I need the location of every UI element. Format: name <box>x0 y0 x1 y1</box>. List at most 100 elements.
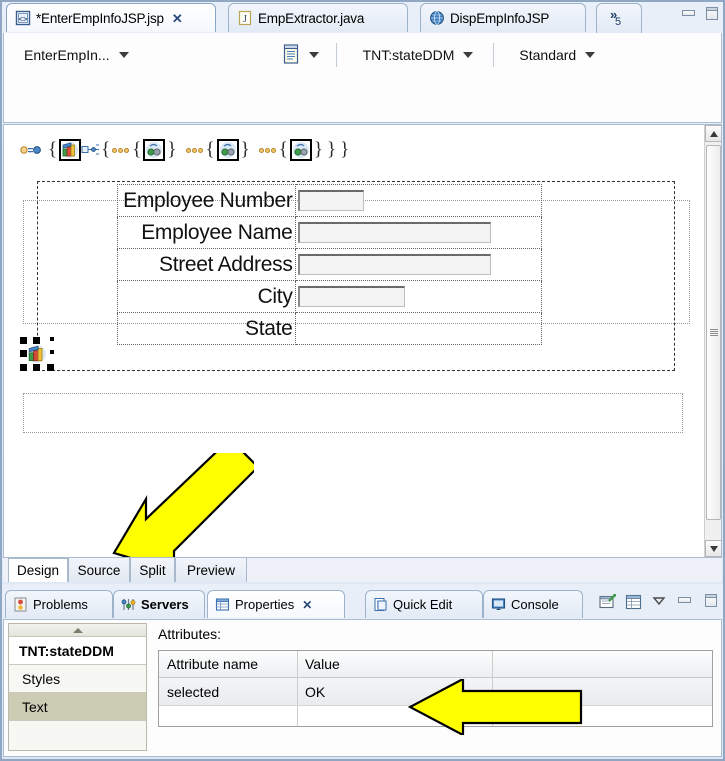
tab-servers[interactable]: Servers <box>113 590 205 618</box>
selection-handles <box>20 337 54 371</box>
tab-preview[interactable]: Preview <box>175 558 247 582</box>
canvas-vertical-scrollbar[interactable] <box>704 125 721 557</box>
label-employee-number: Employee Number <box>117 184 296 217</box>
category-label: TNT:stateDDM <box>19 642 114 659</box>
attribute-name-cell: selected <box>167 683 220 700</box>
field-city-cell[interactable] <box>294 280 543 313</box>
style-selector-combo[interactable]: Standard <box>519 47 596 63</box>
tab-properties-label: Properties <box>235 597 295 612</box>
new-properties-view-icon[interactable] <box>599 594 616 610</box>
field-state-cell[interactable] <box>294 312 543 345</box>
field-employee-number-cell[interactable] <box>294 184 543 217</box>
tab-design[interactable]: Design <box>8 558 68 582</box>
tab-problems[interactable]: Problems <box>5 590 113 618</box>
tab-preview-label: Preview <box>186 562 235 578</box>
open-brace: { <box>205 139 215 160</box>
open-brace: { <box>48 139 58 160</box>
chevron-double-right-icon: » 5 <box>608 7 630 31</box>
employee-number-input[interactable] <box>297 190 364 211</box>
show-table-icon[interactable] <box>625 594 642 610</box>
editor-tab-empextractor[interactable]: J EmpExtractor.java <box>228 3 408 32</box>
maximize-icon[interactable] <box>703 594 720 610</box>
jsp-tag-icon-strip: {{{} {} {}}} <box>20 139 351 161</box>
employee-name-input[interactable] <box>297 222 491 243</box>
properties-icon <box>215 597 230 612</box>
tab-source[interactable]: Source <box>68 558 130 582</box>
view-menu-icon[interactable] <box>651 594 668 610</box>
category-text[interactable]: Text <box>9 693 146 721</box>
table-row[interactable]: Employee Number <box>117 184 543 217</box>
svg-text:J: J <box>243 14 247 25</box>
label-city: City <box>117 280 296 313</box>
collapse-categories-button[interactable] <box>9 624 146 637</box>
chevron-down-icon <box>463 52 474 58</box>
attributes-table-header: Attribute name Value <box>159 651 712 678</box>
tab-split-label: Split <box>139 562 166 578</box>
label-employee-name: Employee Name <box>117 216 296 249</box>
close-brace: } <box>240 139 250 160</box>
tab-properties[interactable]: Properties ✕ <box>207 590 345 618</box>
console-icon <box>491 597 506 612</box>
editor-tab-dispempinfojsp[interactable]: DispEmpInfoJSP <box>420 3 586 32</box>
table-row[interactable]: Employee Name <box>117 216 543 249</box>
maximize-icon[interactable] <box>704 7 719 20</box>
tab-console[interactable]: Console <box>483 590 583 618</box>
select-tag-icon <box>216 139 239 161</box>
attributes-table[interactable]: Attribute name Value selected OK <box>158 650 713 727</box>
selected-books-tag-widget[interactable] <box>20 337 54 371</box>
tab-split[interactable]: Split <box>130 558 175 582</box>
view-toolbar <box>599 594 720 610</box>
properties-category-list[interactable]: TNT:stateDDM Styles Text <box>8 623 147 751</box>
editor-window-controls <box>681 7 719 20</box>
category-label: Text <box>22 698 48 715</box>
jsp-file-icon: <> <box>15 10 31 26</box>
editor-mode-tab-bar: Design Source Split Preview <box>3 558 722 582</box>
minimize-icon[interactable] <box>681 7 696 20</box>
table-row[interactable]: State <box>117 312 543 345</box>
table-row[interactable]: Street Address <box>117 248 543 281</box>
editor-tab-overflow-button[interactable]: » 5 <box>596 3 642 33</box>
close-brace: } <box>313 139 323 160</box>
scrollbar-thumb[interactable] <box>706 145 721 520</box>
category-tnt-stateddm[interactable]: TNT:stateDDM <box>9 637 146 665</box>
tab-problems-label: Problems <box>33 597 88 612</box>
category-label: Styles <box>22 670 61 687</box>
scroll-up-button[interactable] <box>705 125 721 142</box>
element-selector-combo[interactable]: TNT:stateDDM <box>363 47 474 63</box>
file-selector-combo[interactable]: EnterEmpIn... <box>24 47 129 63</box>
grip-icon <box>709 329 718 336</box>
scroll-down-button[interactable] <box>705 540 721 557</box>
attribute-value-cell[interactable]: OK <box>297 678 492 705</box>
element-selector-label: TNT:stateDDM <box>362 47 455 63</box>
close-icon[interactable]: ✕ <box>172 12 183 25</box>
close-icon[interactable]: ✕ <box>302 598 312 612</box>
open-brace: { <box>132 139 142 160</box>
editor-area: <> *EnterEmpInfoJSP.jsp ✕ J EmpExtractor… <box>0 0 725 584</box>
properties-detail-pane: Attributes: Attribute name Value selecte… <box>154 626 717 752</box>
employee-form-table[interactable]: Employee Number Employee Name Street Add… <box>117 184 543 345</box>
label-state: State <box>117 312 296 345</box>
tab-quick-edit[interactable]: Quick Edit <box>365 590 483 618</box>
open-brace: { <box>101 139 111 160</box>
field-street-address-cell[interactable] <box>294 248 543 281</box>
category-styles[interactable]: Styles <box>9 665 146 693</box>
triangle-down-icon <box>709 545 718 552</box>
close-brace: } <box>167 139 177 160</box>
table-row[interactable]: City <box>117 280 543 313</box>
field-employee-name-cell[interactable] <box>294 216 543 249</box>
globe-file-icon <box>429 10 445 26</box>
table-row[interactable]: selected OK <box>159 678 712 706</box>
page-template-button[interactable] <box>282 43 319 67</box>
connector-icon <box>81 142 100 158</box>
style-selector-label: Standard <box>519 47 577 63</box>
city-input[interactable] <box>297 286 405 307</box>
editor-tab-enterempinfojsp[interactable]: <> *EnterEmpInfoJSP.jsp ✕ <box>6 3 216 32</box>
view-tab-bar: Problems Servers Properties ✕ Quick Edit… <box>0 588 725 619</box>
minimize-icon[interactable] <box>677 594 694 610</box>
empty-paragraph-container[interactable] <box>23 393 683 433</box>
open-brace: { <box>278 139 288 160</box>
editor-tab-label: *EnterEmpInfoJSP.jsp <box>36 10 164 26</box>
street-address-input[interactable] <box>297 254 491 275</box>
design-canvas[interactable]: {{{} {} {}}} Employee Number Empl… <box>3 124 722 558</box>
overflow-count: 5 <box>615 15 622 28</box>
